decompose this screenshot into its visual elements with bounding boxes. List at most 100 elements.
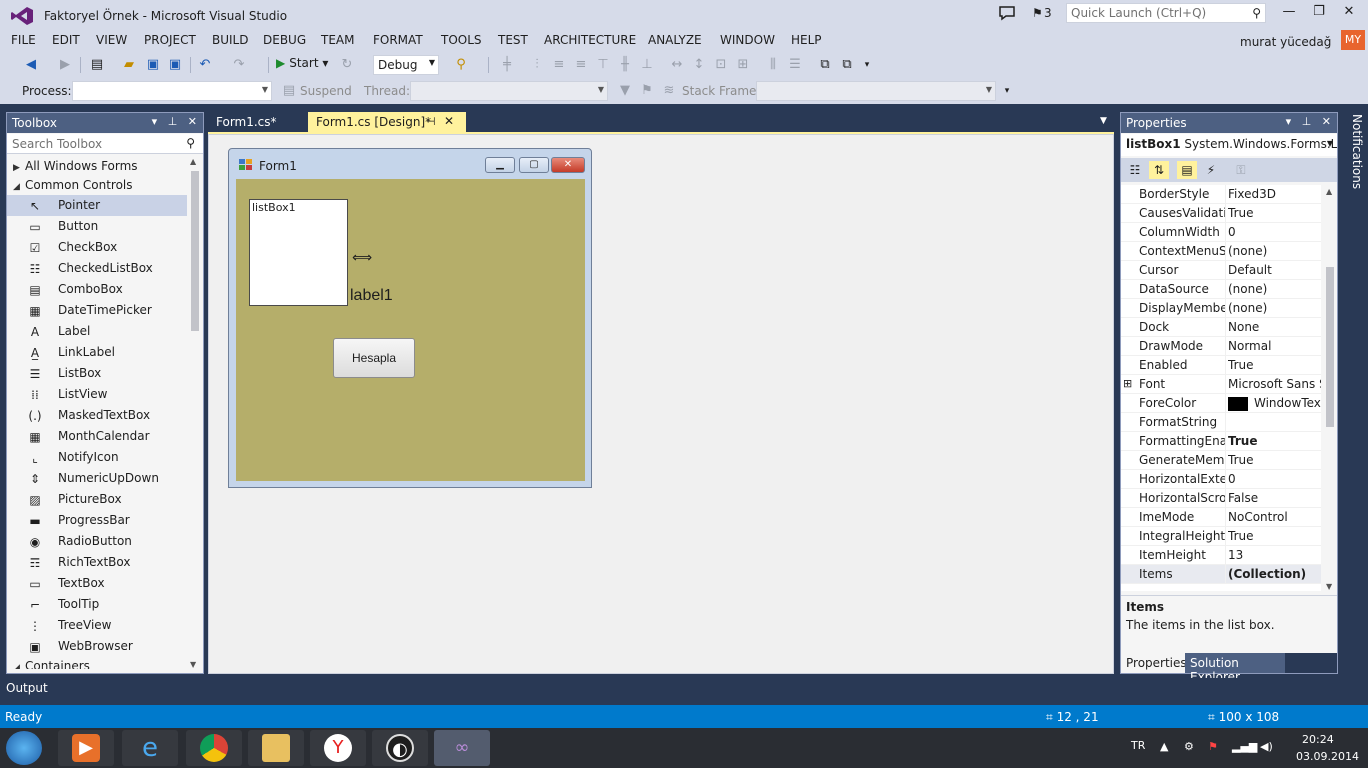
pin-icon[interactable]: ⊥: [168, 115, 178, 128]
toolbar-overflow-icon[interactable]: ▾: [998, 82, 1016, 100]
toolbox-group-all-windows-forms[interactable]: ▶ All Windows Forms: [7, 157, 187, 176]
property-row[interactable]: BorderStyle Fixed3D: [1121, 185, 1321, 204]
property-value[interactable]: WindowText: [1228, 396, 1321, 411]
align-to-grid-icon[interactable]: ╪: [498, 56, 516, 74]
property-row-selected[interactable]: Items (Collection): [1121, 565, 1321, 584]
events-icon[interactable]: ⚡: [1201, 161, 1221, 179]
open-file-icon[interactable]: ▰: [120, 56, 138, 74]
toolbox-item-textbox[interactable]: ▭ TextBox: [7, 573, 187, 594]
search-icon[interactable]: ⚲: [1252, 6, 1261, 20]
form-minimize-button[interactable]: ▁: [485, 157, 515, 173]
restore-button[interactable]: ❐: [1306, 4, 1332, 24]
scroll-up-icon[interactable]: ▲: [1326, 187, 1332, 196]
taskbar-visual-studio[interactable]: ∞: [434, 730, 490, 766]
toolbox-item-webbrowser[interactable]: ▣ WebBrowser: [7, 636, 187, 657]
send-to-back-icon[interactable]: ⧉: [838, 56, 856, 74]
property-value[interactable]: (Collection): [1228, 567, 1321, 581]
save-icon[interactable]: ▣: [144, 56, 162, 74]
find-icon[interactable]: ⚲: [452, 56, 470, 74]
align-bottoms-icon[interactable]: ⊥: [638, 56, 656, 74]
listbox1-control[interactable]: listBox1: [249, 199, 348, 306]
redo-icon[interactable]: ↷: [230, 56, 248, 74]
document-list-dropdown-icon[interactable]: ▼: [1100, 116, 1107, 126]
toolbox-item-numericupdown[interactable]: ⇕ NumericUpDown: [7, 468, 187, 489]
property-value[interactable]: True: [1228, 434, 1321, 448]
property-value[interactable]: (none): [1228, 282, 1321, 296]
dropdown-icon[interactable]: ▾: [1286, 115, 1292, 128]
property-value[interactable]: True: [1228, 206, 1321, 220]
toolbox-scrollbar[interactable]: ▲ ▼: [189, 157, 201, 669]
property-value[interactable]: (none): [1228, 244, 1321, 258]
property-object-select[interactable]: listBox1 System.Windows.Forms.List ▼: [1121, 134, 1337, 156]
property-row[interactable]: FormatString: [1121, 413, 1321, 432]
toolbox-item-listview[interactable]: ⁞⁞ ListView: [7, 384, 187, 405]
toolbox-item-maskedtextbox[interactable]: (.) MaskedTextBox: [7, 405, 187, 426]
property-row[interactable]: GenerateMembeTrue: [1121, 451, 1321, 470]
menu-build[interactable]: BUILD: [212, 33, 248, 47]
tab-solution-explorer[interactable]: Solution Explorer: [1185, 653, 1285, 684]
menu-analyze[interactable]: ANALYZE: [648, 33, 702, 47]
property-row[interactable]: DrawMode Normal: [1121, 337, 1321, 356]
taskbar-obs[interactable]: ◐: [372, 730, 428, 766]
feedback-flag-icon[interactable]: ⚑: [1032, 6, 1043, 20]
scroll-down-icon[interactable]: ▼: [1326, 582, 1332, 591]
menu-edit[interactable]: EDIT: [52, 33, 80, 47]
network-icon[interactable]: ▂▄▆: [1232, 740, 1257, 753]
properties-scrollbar[interactable]: ▲ ▼: [1323, 185, 1337, 591]
align-tops-icon[interactable]: ⊤: [594, 56, 612, 74]
property-value[interactable]: 0: [1228, 225, 1321, 239]
save-all-icon[interactable]: ▣: [166, 56, 184, 74]
property-row[interactable]: Cursor Default: [1121, 261, 1321, 280]
menu-tools[interactable]: TOOLS: [441, 33, 482, 47]
tab-form1-design[interactable]: Form1.cs [Design]* ⊣ ✕: [308, 112, 466, 132]
suspend-icon[interactable]: ▤: [280, 82, 298, 100]
properties-view-icon[interactable]: ▤: [1177, 161, 1197, 179]
property-value[interactable]: Fixed3D: [1228, 187, 1321, 201]
solution-configuration-select[interactable]: Debug ▼: [373, 55, 439, 75]
property-row[interactable]: ⊞ Font Microsoft Sans Se: [1121, 375, 1321, 394]
toolbox-item-combobox[interactable]: ▤ ComboBox: [7, 279, 187, 300]
menu-debug[interactable]: DEBUG: [263, 33, 306, 47]
form-close-button[interactable]: ✕: [551, 157, 585, 173]
property-value[interactable]: Default: [1228, 263, 1321, 277]
menu-test[interactable]: TEST: [498, 33, 528, 47]
menu-project[interactable]: PROJECT: [144, 33, 196, 47]
clock-date[interactable]: 03.09.2014: [1296, 750, 1359, 763]
align-lefts-icon[interactable]: ⫶: [528, 56, 546, 74]
property-value[interactable]: True: [1228, 453, 1321, 467]
toolbox-item-listbox[interactable]: ☰ ListBox: [7, 363, 187, 384]
close-icon[interactable]: ✕: [188, 115, 197, 128]
property-row[interactable]: CausesValidatio True: [1121, 204, 1321, 223]
property-row[interactable]: ContextMenuStr(none): [1121, 242, 1321, 261]
align-middles-icon[interactable]: ╫: [616, 56, 634, 74]
property-row[interactable]: Enabled True: [1121, 356, 1321, 375]
toolbox-group-containers[interactable]: ◢ Containers: [7, 657, 187, 669]
property-value[interactable]: True: [1228, 358, 1321, 372]
alphabetical-icon[interactable]: ⇅: [1149, 161, 1169, 179]
thread-marker-icon[interactable]: ≋: [660, 82, 678, 100]
dropdown-icon[interactable]: ▾: [152, 115, 158, 128]
form-maximize-button[interactable]: ▢: [519, 157, 549, 173]
flag-thread-icon[interactable]: ⚑: [638, 82, 656, 100]
hesapla-button[interactable]: Hesapla: [333, 338, 415, 378]
make-same-size-icon[interactable]: ⊡: [712, 56, 730, 74]
property-row[interactable]: ForeColor WindowText: [1121, 394, 1321, 413]
close-icon[interactable]: ✕: [444, 114, 454, 128]
notifications-side-tab[interactable]: Notifications: [1342, 112, 1364, 192]
close-icon[interactable]: ✕: [1322, 115, 1331, 128]
property-row[interactable]: ColumnWidth 0: [1121, 223, 1321, 242]
stack-frame-select[interactable]: ▼: [756, 81, 996, 101]
vertical-spacing-icon[interactable]: ☰: [786, 56, 804, 74]
navigate-back-icon[interactable]: ◀: [22, 56, 40, 74]
align-centers-icon[interactable]: ≡: [550, 56, 568, 74]
clock-time[interactable]: 20:24: [1302, 733, 1334, 746]
scroll-up-icon[interactable]: ▲: [190, 157, 196, 166]
taskbar-internet-explorer[interactable]: e: [122, 730, 178, 766]
user-name[interactable]: murat yücedağ: [1240, 35, 1331, 49]
expand-plus-icon[interactable]: ⊞: [1123, 377, 1132, 390]
undo-icon[interactable]: ↶: [196, 56, 214, 74]
toolbox-item-radiobutton[interactable]: ◉ RadioButton: [7, 531, 187, 552]
size-to-grid-icon[interactable]: ⊞: [734, 56, 752, 74]
toolbox-item-checkbox[interactable]: ☑ CheckBox: [7, 237, 187, 258]
toolbox-item-label[interactable]: A Label: [7, 321, 187, 342]
